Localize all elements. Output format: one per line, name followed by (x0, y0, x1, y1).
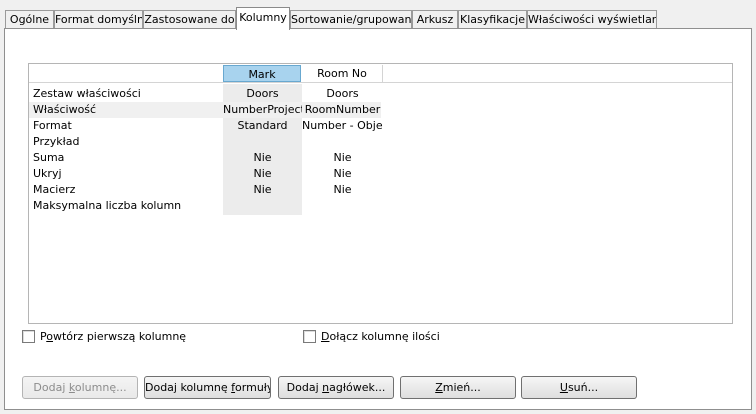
grid-cell[interactable]: Nie (302, 166, 383, 182)
repeat-first-column-label: Powtórz pierwszą kolumnę (40, 329, 187, 343)
add-column-button[interactable]: Dodaj kolumnę... (22, 376, 138, 399)
grid-cell[interactable]: Nie (302, 150, 383, 166)
tab-sheet[interactable]: Arkusz (412, 10, 458, 29)
row-label: Maksymalna liczba kolumn (33, 199, 182, 212)
row-label: Przykład (33, 135, 80, 148)
tab-columns[interactable]: Kolumny (236, 7, 290, 30)
grid-cell[interactable]: Standard (223, 118, 302, 134)
grid-cell[interactable] (302, 134, 383, 150)
column-header-room-no[interactable]: Room No (302, 65, 383, 82)
grid-cell[interactable]: NumberProject (223, 102, 302, 118)
grid-cell[interactable] (302, 198, 383, 214)
grid-cell[interactable]: Doors (223, 86, 302, 102)
grid-header: Mark Room No (29, 64, 732, 83)
row-label: Suma (33, 151, 65, 164)
row-label: Format (33, 119, 72, 132)
tab-applies-to[interactable]: Zastosowane do (143, 10, 236, 29)
grid-row[interactable]: Format Standard Number - Object (29, 118, 732, 134)
grid-row[interactable]: Macierz Nie Nie (29, 182, 732, 198)
grid-cell[interactable]: Nie (223, 150, 302, 166)
columns-page: Mark Room No Zestaw właściwości Doors Do… (4, 28, 752, 410)
row-label: Zestaw właściwości (33, 87, 141, 100)
repeat-first-column-checkbox[interactable]: Powtórz pierwszą kolumnę (22, 329, 186, 343)
row-label: Ukryj (33, 167, 62, 180)
grid-cell[interactable] (223, 198, 302, 214)
grid-row[interactable]: Suma Nie Nie (29, 150, 732, 166)
add-quantity-column-label: Dołącz kolumnę ilości (321, 329, 440, 343)
tab-general[interactable]: Ogólne (5, 10, 54, 29)
grid-row[interactable]: Zestaw właściwości Doors Doors (29, 86, 732, 102)
tab-display-properties[interactable]: Właściwości wyświetlania (527, 10, 657, 29)
checkbox-box[interactable] (22, 329, 35, 343)
column-header-mark[interactable]: Mark (223, 65, 301, 82)
tab-sorting-grouping[interactable]: Sortowanie/grupowanie (290, 10, 412, 29)
add-quantity-column-checkbox[interactable]: Dołącz kolumnę ilości (303, 329, 440, 343)
grid-row[interactable]: Maksymalna liczba kolumn (29, 198, 732, 214)
grid-row[interactable]: Ukryj Nie Nie (29, 166, 732, 182)
grid-cell[interactable]: Nie (223, 182, 302, 198)
modify-button[interactable]: Zmień... (400, 376, 516, 399)
add-header-button[interactable]: Dodaj nagłówek... (278, 376, 394, 399)
grid-row[interactable]: Właściwość NumberProject RoomNumber (29, 102, 732, 118)
columns-grid[interactable]: Mark Room No Zestaw właściwości Doors Do… (28, 63, 733, 324)
row-label: Macierz (33, 183, 76, 196)
row-label: Właściwość (33, 103, 97, 116)
tab-default-format[interactable]: Format domyślny (54, 10, 143, 29)
delete-button[interactable]: Usuń... (521, 376, 637, 399)
grid-cell[interactable]: RoomNumber (302, 102, 383, 118)
add-formula-column-button[interactable]: Dodaj kolumnę formuły... (144, 376, 271, 399)
grid-cell[interactable]: Doors (302, 86, 383, 102)
grid-cell[interactable] (223, 134, 302, 150)
grid-cell[interactable]: Number - Object (302, 118, 383, 134)
checkbox-box[interactable] (303, 329, 316, 343)
grid-cell[interactable]: Nie (223, 166, 302, 182)
grid-cell[interactable]: Nie (302, 182, 383, 198)
tab-classifications[interactable]: Klasyfikacje (458, 10, 527, 29)
grid-row[interactable]: Przykład (29, 134, 732, 150)
